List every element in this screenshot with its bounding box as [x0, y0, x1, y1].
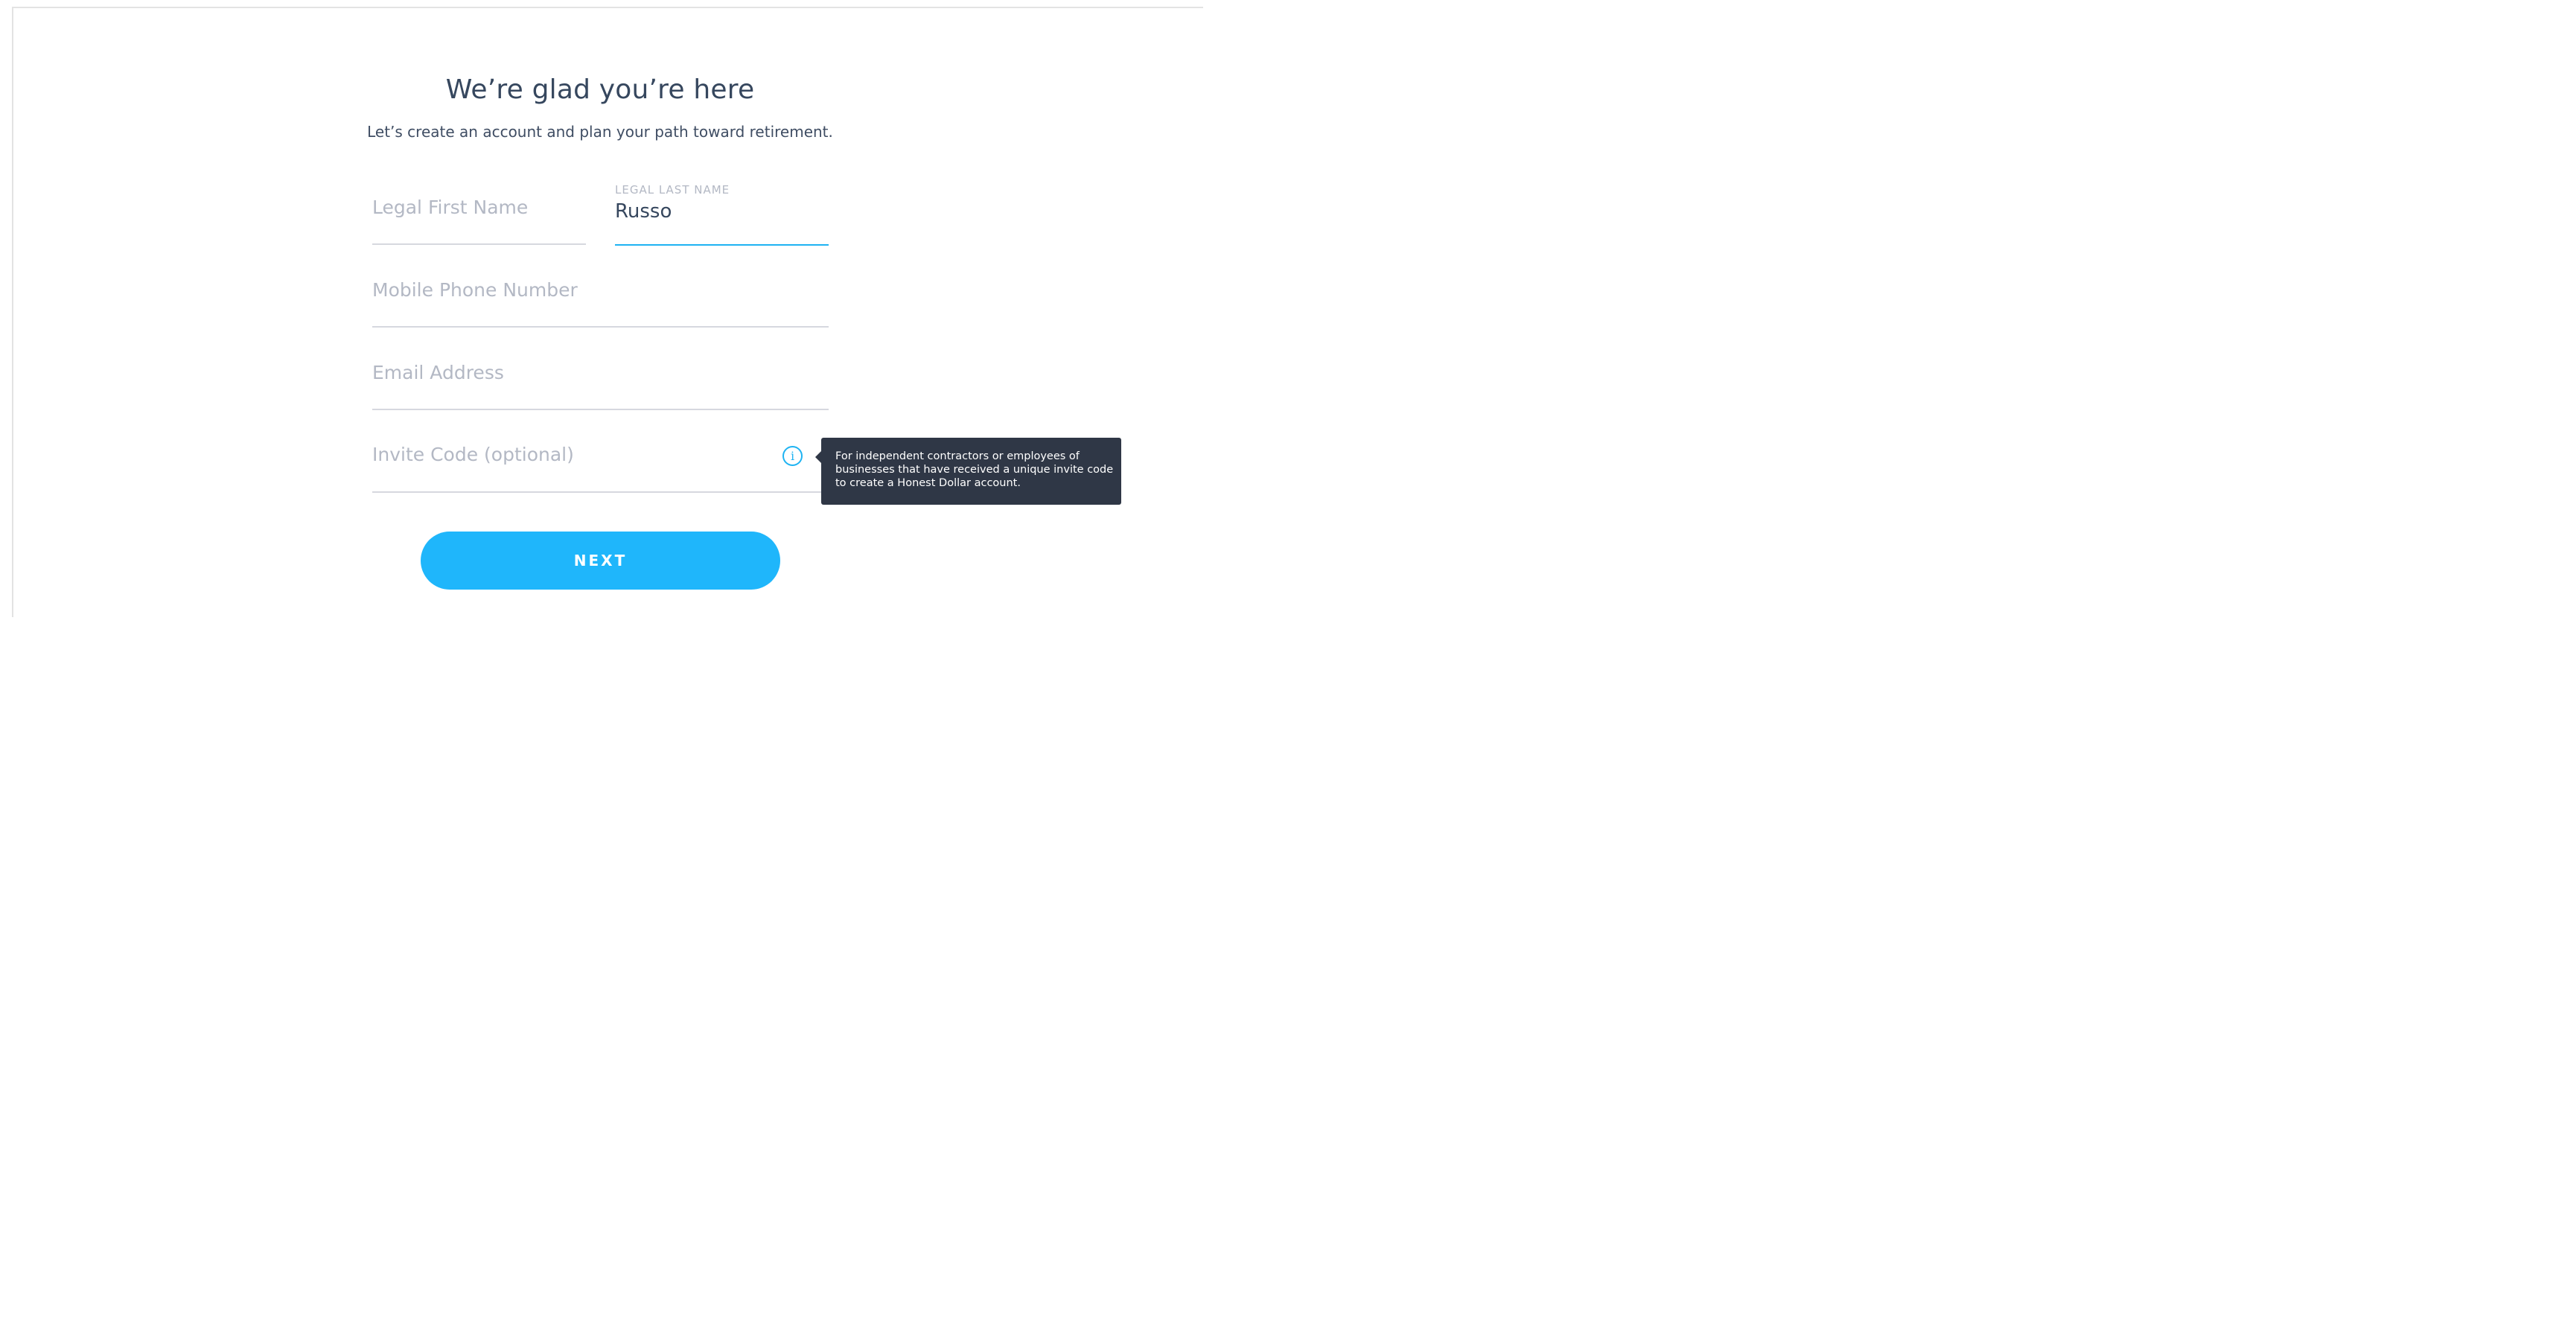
invite-code-field[interactable]: Invite Code (optional): [372, 435, 829, 493]
phone-field[interactable]: Mobile Phone Number: [372, 270, 829, 328]
invite-code-placeholder: Invite Code (optional): [372, 444, 574, 465]
first-name-field[interactable]: Legal First Name: [372, 188, 586, 245]
next-button[interactable]: NEXT: [421, 532, 780, 590]
first-name-placeholder: Legal First Name: [372, 197, 529, 218]
email-placeholder: Email Address: [372, 362, 504, 383]
info-icon[interactable]: i: [782, 446, 803, 466]
invite-code-tooltip: For independent contractors or employees…: [815, 438, 1121, 505]
last-name-value: Russo: [615, 200, 672, 223]
tooltip-line: businesses that have received a unique i…: [835, 464, 1114, 476]
tooltip-line: to create a Honest Dollar account.: [835, 477, 1021, 489]
phone-placeholder: Mobile Phone Number: [372, 279, 578, 301]
tooltip-arrow: [815, 451, 821, 463]
last-name-label: LEGAL LAST NAME: [615, 183, 730, 197]
tooltip-line: For independent contractors or employees…: [835, 450, 1080, 462]
page-subtitle: Let’s create an account and plan your pa…: [367, 123, 833, 141]
page-title: We’re glad you’re here: [445, 74, 755, 105]
email-field[interactable]: Email Address: [372, 353, 829, 410]
last-name-field[interactable]: LEGAL LAST NAME Russo: [615, 183, 829, 246]
